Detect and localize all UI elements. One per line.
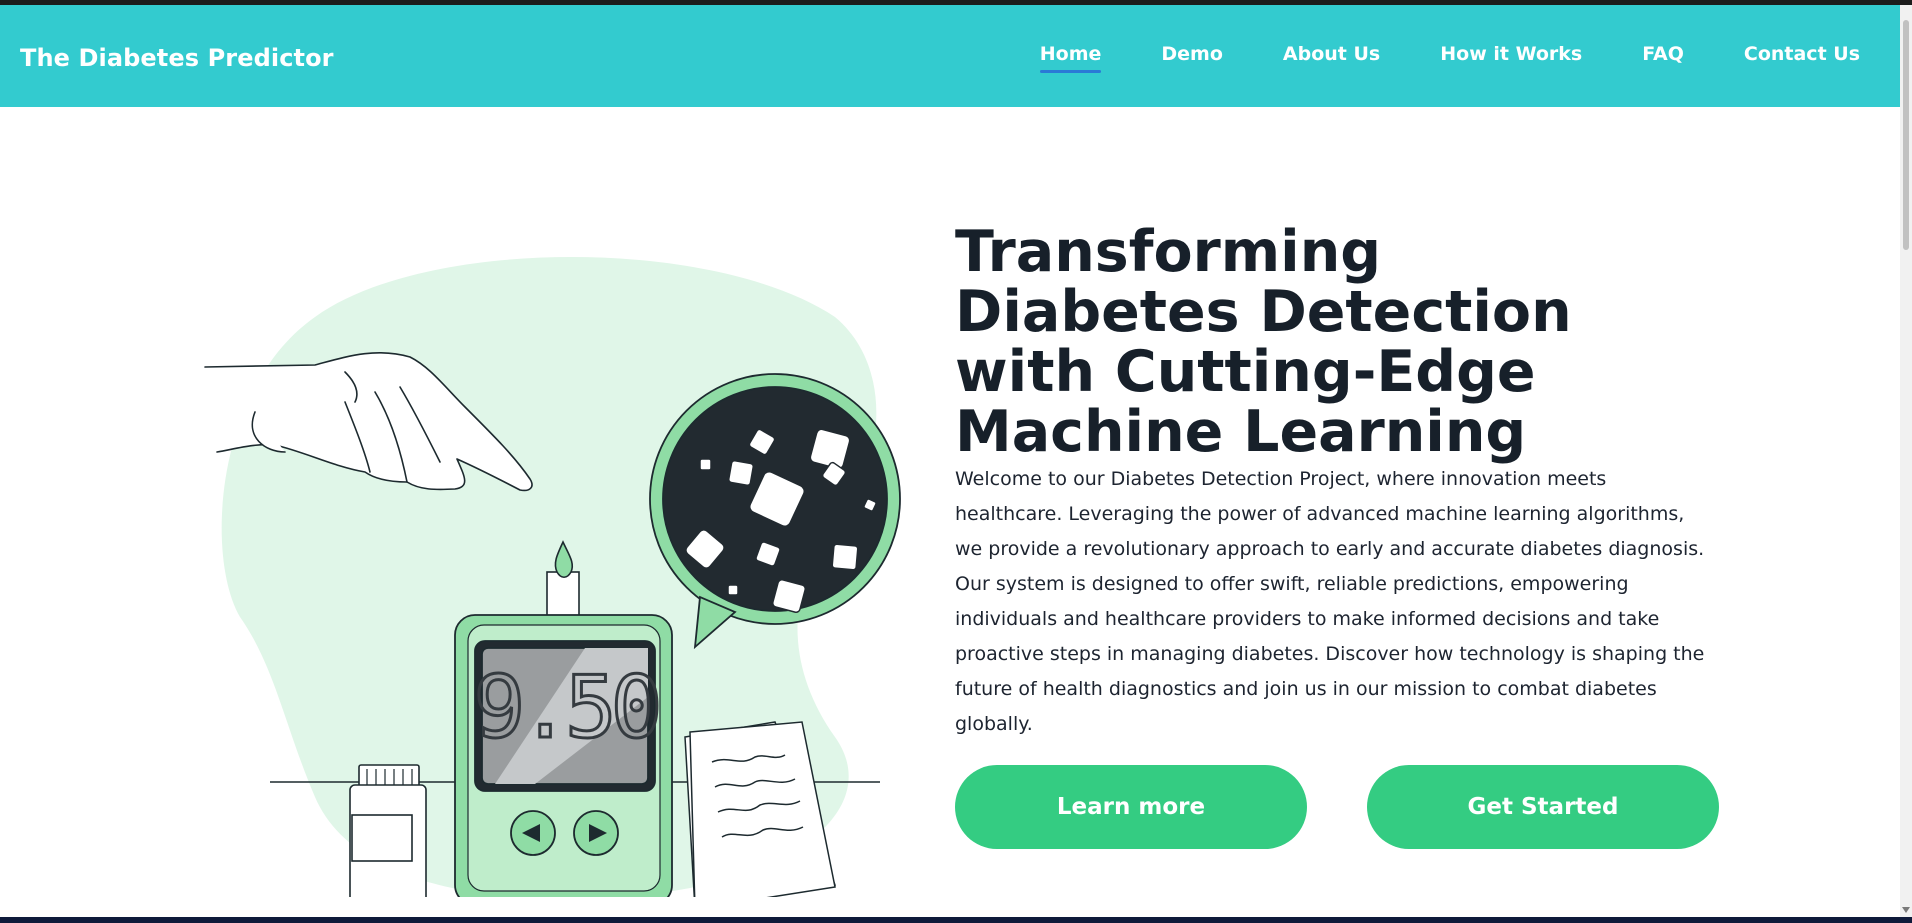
meter-reading: 9.50: [473, 658, 657, 758]
nav-demo[interactable]: Demo: [1161, 43, 1223, 69]
hero-section: 9.50 Transforming Diabetes Detection wit…: [0, 107, 1900, 917]
scrollbar-thumb[interactable]: [1903, 20, 1909, 250]
learn-more-button[interactable]: Learn more: [955, 765, 1307, 849]
nav-links: Home Demo About Us How it Works FAQ Cont…: [980, 5, 1860, 107]
hero-title: Transforming Diabetes Detection with Cut…: [955, 219, 1572, 465]
window-bottom-border: [0, 917, 1912, 923]
brand-title[interactable]: The Diabetes Predictor: [20, 5, 334, 107]
glucose-meter-icon: 9.50: [454, 614, 673, 897]
nav-how-it-works[interactable]: How it Works: [1440, 43, 1582, 69]
nav-contact-us[interactable]: Contact Us: [1744, 43, 1860, 69]
hero-description: Welcome to our Diabetes Detection Projec…: [955, 468, 1705, 735]
scrollbar[interactable]: [1900, 5, 1912, 917]
get-started-button[interactable]: Get Started: [1367, 765, 1719, 849]
pill-bottle-icon: [349, 764, 427, 897]
nav-about-us[interactable]: About Us: [1283, 43, 1380, 69]
navbar: The Diabetes Predictor Home Demo About U…: [0, 5, 1900, 107]
glucose-meter-illustration: 9.50: [204, 257, 901, 897]
scroll-down-arrow-icon[interactable]: [1902, 907, 1910, 913]
nav-faq[interactable]: FAQ: [1642, 43, 1684, 69]
nav-home[interactable]: Home: [1039, 43, 1101, 73]
